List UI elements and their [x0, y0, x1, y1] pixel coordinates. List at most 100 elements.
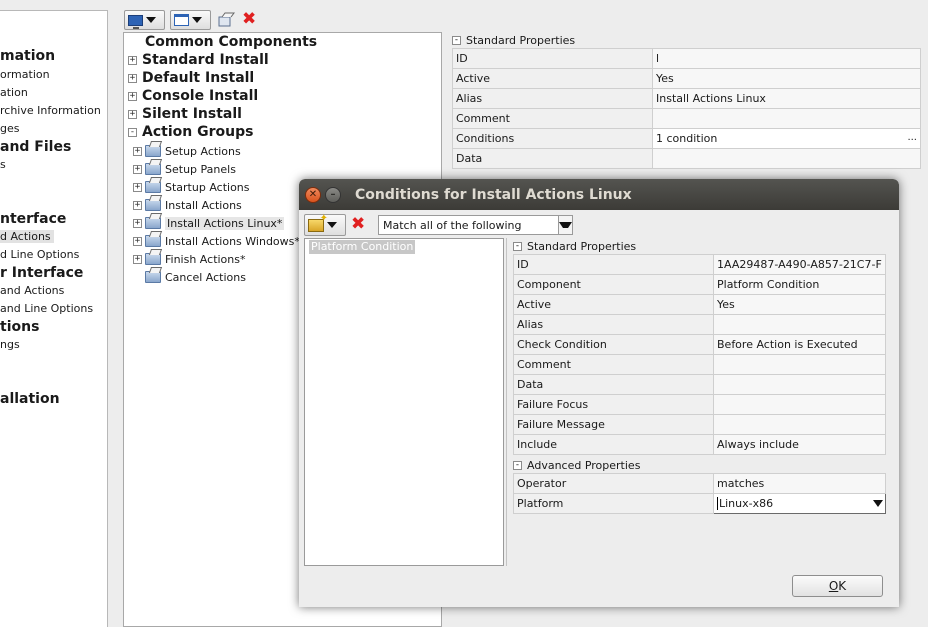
property-value[interactable]: matches — [713, 473, 886, 494]
expand-icon[interactable]: + — [133, 146, 142, 156]
nav-item[interactable]: allation — [0, 391, 60, 407]
property-value[interactable]: 1 condition... — [652, 128, 921, 149]
advanced-properties-header[interactable]: - Advanced Properties — [513, 457, 889, 473]
property-value[interactable]: l — [652, 48, 921, 69]
property-row[interactable]: Failure Focus — [513, 394, 886, 415]
property-row[interactable]: Check Condition Before Action is Executed — [513, 334, 886, 355]
property-value[interactable] — [713, 414, 886, 435]
tree-node[interactable]: + Finish Actions* — [133, 251, 246, 267]
tree-node[interactable]: Common Components — [145, 33, 317, 51]
expand-icon[interactable]: + — [128, 73, 137, 83]
nav-item[interactable]: s — [0, 158, 6, 171]
nav-item[interactable]: nterface — [0, 211, 66, 227]
property-row[interactable]: Comment — [452, 108, 921, 129]
nav-item[interactable]: ngs — [0, 338, 20, 351]
copy-button[interactable] — [217, 12, 235, 28]
tree-node[interactable]: + Silent Install — [128, 105, 242, 123]
dialog-title-bar[interactable]: ✕ – Conditions for Install Actions Linux — [299, 179, 899, 210]
property-value[interactable]: Install Actions Linux — [652, 88, 921, 109]
property-row[interactable]: Operator matches — [513, 473, 886, 494]
standard-properties-header[interactable]: - Standard Properties — [452, 32, 928, 48]
expand-icon[interactable]: + — [133, 218, 142, 228]
property-value[interactable] — [713, 394, 886, 415]
property-row[interactable]: Component Platform Condition — [513, 274, 886, 295]
property-value[interactable] — [713, 314, 886, 335]
property-value[interactable]: Before Action is Executed — [713, 334, 886, 355]
property-value[interactable]: Platform Condition — [713, 274, 886, 295]
property-row[interactable]: Comment — [513, 354, 886, 375]
expand-icon[interactable]: + — [128, 55, 137, 65]
chevron-down-icon[interactable] — [873, 497, 883, 510]
property-name: Active — [513, 294, 714, 315]
tree-node[interactable]: + Console Install — [128, 87, 258, 105]
tree-node[interactable]: + Install Actions Windows* — [133, 233, 300, 249]
close-button[interactable]: ✕ — [305, 186, 321, 203]
nav-item[interactable]: d Line Options — [0, 248, 79, 261]
collapse-icon[interactable]: - — [128, 127, 137, 137]
property-value[interactable]: Always include — [713, 434, 886, 455]
property-value[interactable]: Yes — [713, 294, 886, 315]
property-value[interactable] — [713, 374, 886, 395]
tree-node[interactable]: + Default Install — [128, 69, 254, 87]
property-row[interactable]: Active Yes — [452, 68, 921, 89]
property-row[interactable]: Alias Install Actions Linux — [452, 88, 921, 109]
tree-node[interactable]: + Setup Panels — [133, 161, 236, 177]
minimize-button[interactable]: – — [325, 186, 341, 203]
ok-button[interactable]: OK — [792, 575, 883, 597]
tree-node[interactable]: Cancel Actions — [145, 269, 246, 285]
new-item-dropdown-button[interactable] — [124, 10, 165, 30]
nav-item[interactable]: ormation — [0, 68, 50, 81]
nav-item[interactable]: r Interface — [0, 265, 83, 281]
splitter-handle[interactable] — [506, 238, 508, 566]
tree-node[interactable]: - Action Groups — [128, 123, 253, 141]
expand-icon[interactable]: + — [128, 109, 137, 119]
property-row[interactable]: Platform Linux-x86 — [513, 493, 886, 514]
nav-item[interactable]: mation — [0, 48, 55, 64]
property-row[interactable]: Active Yes — [513, 294, 886, 315]
property-row[interactable]: Data — [513, 374, 886, 395]
platform-select[interactable]: Linux-x86 — [713, 493, 886, 514]
property-value[interactable]: Yes — [652, 68, 921, 89]
standard-properties-header[interactable]: - Standard Properties — [513, 238, 889, 254]
action-group-icon — [145, 145, 161, 157]
property-row[interactable]: Include Always include — [513, 434, 886, 455]
expand-icon[interactable]: + — [128, 91, 137, 101]
property-row[interactable]: Alias — [513, 314, 886, 335]
expand-icon[interactable]: + — [133, 200, 142, 210]
add-condition-button[interactable] — [304, 213, 346, 236]
property-row[interactable]: Conditions 1 condition... — [452, 128, 921, 149]
property-value[interactable] — [652, 148, 921, 169]
tree-node[interactable]: + Install Actions Linux* — [133, 215, 285, 231]
nav-item[interactable]: and Actions — [0, 284, 64, 297]
nav-item[interactable]: and Line Options — [0, 302, 93, 315]
tree-node[interactable]: + Startup Actions — [133, 179, 250, 195]
tree-node[interactable]: + Standard Install — [128, 51, 269, 69]
property-value[interactable] — [713, 354, 886, 375]
nav-item[interactable]: and Files — [0, 139, 71, 155]
ellipsis-button[interactable]: ... — [907, 132, 917, 143]
tree-node[interactable]: + Install Actions — [133, 197, 242, 213]
nav-item[interactable]: ation — [0, 86, 28, 99]
tree-node[interactable]: + Setup Actions — [133, 143, 241, 159]
delete-condition-button[interactable]: ✖ — [351, 216, 365, 233]
nav-item[interactable]: ges — [0, 122, 19, 135]
property-row[interactable]: Failure Message — [513, 414, 886, 435]
expand-icon[interactable]: + — [133, 164, 142, 174]
window-dropdown-button[interactable] — [170, 10, 211, 30]
delete-button[interactable]: ✖ — [242, 11, 256, 28]
property-value[interactable]: 1AA29487-A490-A857-21C7-F — [713, 254, 886, 275]
nav-item[interactable]: d Actions — [0, 230, 54, 243]
expand-icon[interactable]: + — [133, 236, 142, 246]
match-mode-select[interactable]: Match all of the following — [378, 215, 573, 235]
property-row[interactable]: ID 1AA29487-A490-A857-21C7-F — [513, 254, 886, 275]
expand-icon[interactable]: + — [133, 254, 142, 264]
property-row[interactable]: Data — [452, 148, 921, 169]
condition-list-item[interactable]: Platform Condition — [309, 240, 416, 254]
nav-item[interactable]: rchive Information — [0, 104, 101, 117]
tree-node-label: Cancel Actions — [165, 270, 246, 284]
expand-icon[interactable]: + — [133, 182, 142, 192]
property-value[interactable] — [652, 108, 921, 129]
property-row[interactable]: ID l — [452, 48, 921, 69]
dropdown-arrow[interactable] — [558, 216, 572, 234]
nav-item[interactable]: tions — [0, 319, 39, 335]
